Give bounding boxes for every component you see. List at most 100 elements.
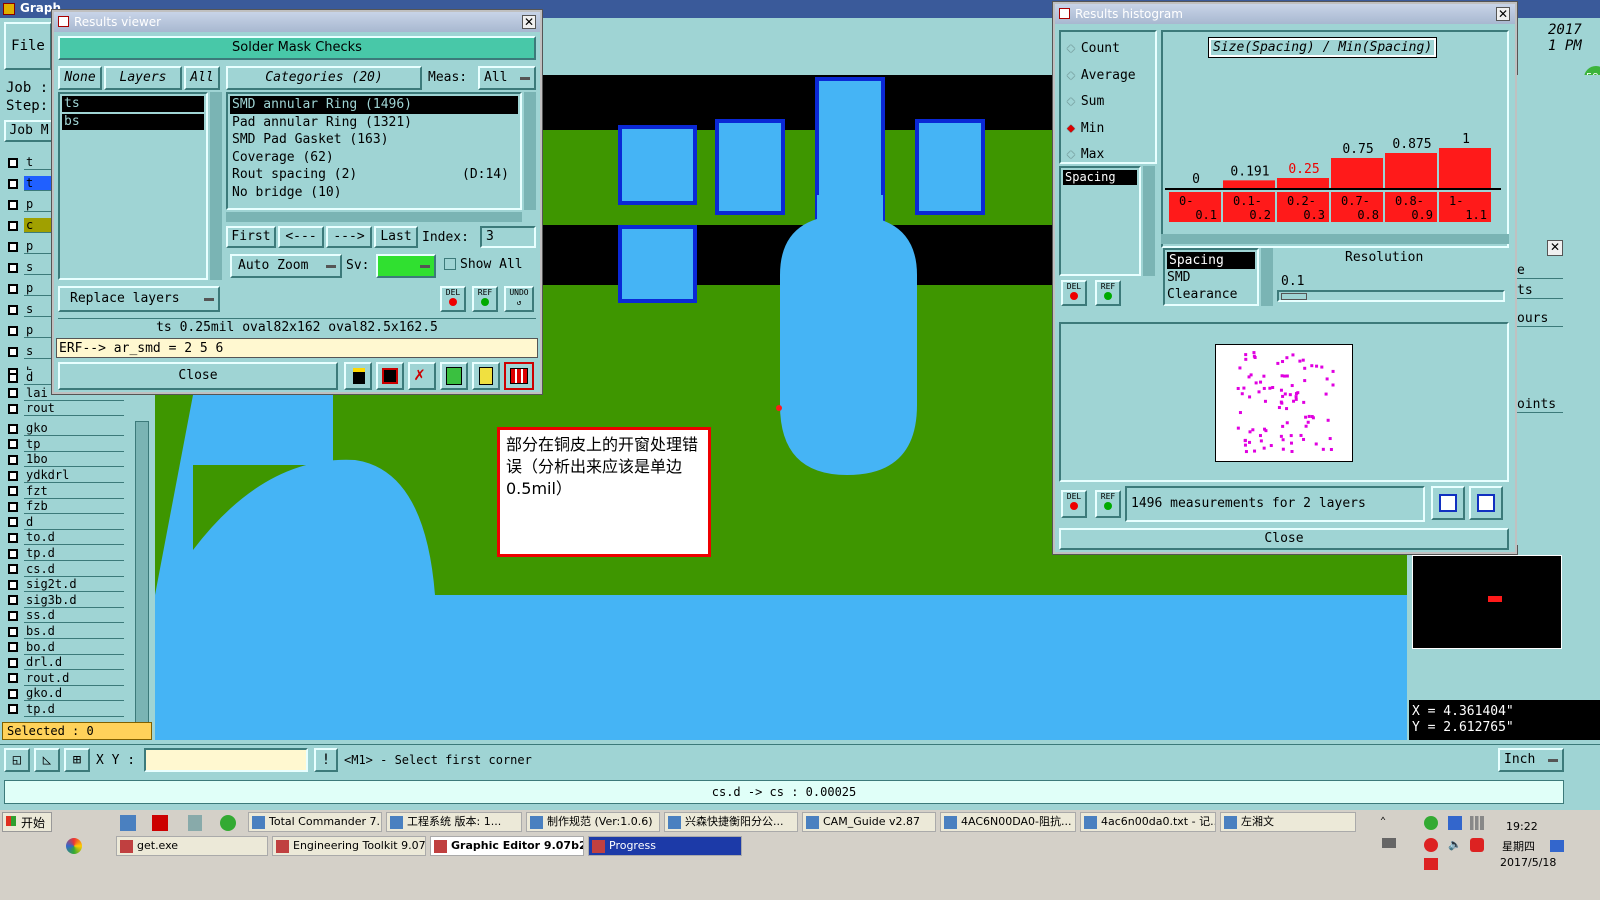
right-item-4[interactable]: oints <box>1517 397 1563 413</box>
layer-row[interactable]: p <box>4 278 54 299</box>
tray-refresh-icon[interactable] <box>1424 816 1438 830</box>
layer-checkbox[interactable] <box>8 501 18 512</box>
taskbar-item[interactable]: Graphic Editor 9.07b2 ... <box>430 836 584 856</box>
category-item[interactable]: Pad annular Ring (1321) <box>230 114 518 132</box>
hist-del-button-2[interactable]: DEL <box>1061 490 1087 518</box>
layer-checkbox[interactable] <box>8 673 18 684</box>
layer-row[interactable]: fzb <box>4 499 124 515</box>
layer-row[interactable]: tp.d <box>4 701 124 718</box>
layer-checkbox[interactable] <box>8 325 18 336</box>
step-button[interactable] <box>440 362 468 390</box>
distribution-map[interactable] <box>1215 344 1353 462</box>
layer-checkbox[interactable] <box>8 388 18 399</box>
app-launch-icon[interactable] <box>120 815 136 831</box>
slider-thumb[interactable] <box>1281 293 1307 300</box>
show-all-checkbox[interactable] <box>444 258 456 270</box>
measure-tool-button[interactable]: ◺ <box>34 748 60 772</box>
layer-checkbox[interactable] <box>8 157 18 168</box>
highlight-tool-button[interactable] <box>344 362 372 390</box>
categories-listbox[interactable]: SMD annular Ring (1496) Pad annular Ring … <box>226 92 522 210</box>
info-button[interactable]: ! <box>314 748 338 772</box>
taskbar-item[interactable]: 制作规范 (Ver:1.0.6) <box>526 812 660 832</box>
layer-checkbox[interactable] <box>8 517 18 528</box>
layer-row[interactable]: cs.d <box>4 561 124 577</box>
layer-listbox[interactable]: ts bs <box>58 92 208 280</box>
histogram-close-button[interactable]: Close <box>1059 528 1509 550</box>
clear-button[interactable]: ✗ <box>408 362 436 390</box>
browser-icon[interactable] <box>220 815 236 831</box>
layer-checkbox[interactable] <box>8 610 18 621</box>
measure-item[interactable]: SMD <box>1165 269 1257 286</box>
layer-checkbox[interactable] <box>8 346 18 357</box>
zoom-in-map-button[interactable] <box>1431 486 1465 520</box>
layers-button[interactable]: Layers <box>104 66 182 90</box>
right-item-3[interactable]: ours <box>1517 311 1563 327</box>
category-item[interactable]: SMD annular Ring (1496) <box>230 96 518 114</box>
pdf-icon[interactable] <box>152 815 168 831</box>
layer-checkbox[interactable] <box>8 579 18 590</box>
layer-row[interactable]: c <box>4 215 54 236</box>
categories-hscroll[interactable] <box>226 212 522 222</box>
tray-ime-icon[interactable] <box>1470 838 1484 852</box>
del-button[interactable]: DEL <box>440 286 466 312</box>
layer-checkbox[interactable] <box>8 486 18 497</box>
layer-row[interactable]: s <box>4 257 54 278</box>
layer-row[interactable]: bo.d <box>4 639 124 655</box>
layer-item-bs[interactable]: bs <box>62 114 204 130</box>
layer-item-ts[interactable]: ts <box>62 96 204 112</box>
tray-flag-icon[interactable] <box>1424 858 1438 870</box>
taskbar-item[interactable]: 左湘文 <box>1220 812 1356 832</box>
units-select[interactable]: Inch <box>1498 748 1564 772</box>
layer-row[interactable]: drl.d <box>4 655 124 671</box>
layer-checkbox[interactable] <box>8 657 18 668</box>
layer-row[interactable]: gko <box>4 421 124 437</box>
meas-select[interactable]: All <box>478 66 536 90</box>
right-item-2[interactable]: ts <box>1517 283 1563 299</box>
layer-row[interactable]: t <box>4 152 54 173</box>
layer-row[interactable]: bs.d <box>4 624 124 640</box>
layer-checkbox[interactable] <box>8 199 18 210</box>
categories-scrollbar[interactable] <box>524 92 536 210</box>
category-item[interactable]: Rout spacing (2) (D:14) <box>230 166 518 184</box>
first-button[interactable]: First <box>226 226 276 248</box>
layer-checkbox[interactable] <box>8 595 18 606</box>
last-button[interactable]: Last <box>374 226 418 248</box>
tray-time[interactable]: 19:22 <box>1506 820 1538 833</box>
layer-checkbox[interactable] <box>8 439 18 450</box>
layer-checkbox[interactable] <box>8 304 18 315</box>
chart-hscroll[interactable] <box>1161 234 1509 244</box>
taskbar-item[interactable]: Engineering Toolkit 9.07... <box>272 836 426 856</box>
measure-listbox[interactable]: Spacing SMD Clearance <box>1163 248 1259 306</box>
histogram-button[interactable] <box>504 362 534 390</box>
layer-row[interactable]: sig2t.d <box>4 577 124 593</box>
hist-del-button[interactable]: DEL <box>1061 280 1087 306</box>
stat-option[interactable]: ◆ Count <box>1061 36 1155 63</box>
job-button[interactable]: Job M <box>4 120 54 142</box>
layer-row[interactable]: rout <box>4 401 124 417</box>
zoom-out-map-button[interactable] <box>1469 486 1503 520</box>
close-button[interactable]: Close <box>58 362 338 390</box>
tray-network-icon[interactable] <box>1448 816 1462 830</box>
layer-checkbox[interactable] <box>8 283 18 294</box>
layer-checkbox[interactable] <box>8 454 18 465</box>
ref-button[interactable]: REF <box>472 286 498 312</box>
close-icon[interactable]: ✕ <box>1547 240 1563 256</box>
histogram-titlebar[interactable]: Results histogram ✕ <box>1055 4 1515 24</box>
stat-option[interactable]: ◆ Min <box>1061 116 1155 143</box>
categories-button[interactable]: Categories (20) <box>226 66 422 90</box>
measure-item[interactable]: Spacing <box>1167 252 1255 269</box>
layer-scrollbar[interactable] <box>135 421 149 731</box>
hist-ref-button-2[interactable]: REF <box>1095 490 1121 518</box>
hist-ref-button[interactable]: REF <box>1095 280 1121 306</box>
layer-list[interactable]: gko tp 1bo ydkdrl fzt fzb d to.d tp.d cs.d sig2t.d… <box>4 421 124 731</box>
category-item[interactable]: SMD Pad Gasket (163) <box>230 131 518 149</box>
layer-row[interactable]: d <box>4 514 124 531</box>
layer-checkbox[interactable] <box>8 423 18 434</box>
stat-option[interactable]: ◆ Max <box>1061 142 1155 169</box>
layer-row[interactable]: 1bo <box>4 452 124 468</box>
results-viewer-titlebar[interactable]: Results viewer ✕ <box>54 12 540 32</box>
replace-layers-select[interactable]: Replace layers <box>58 286 220 312</box>
taskbar-item[interactable]: CAM_Guide v2.87 <box>802 812 936 832</box>
sv-color-select[interactable] <box>376 254 436 278</box>
next-button[interactable]: ---> <box>326 226 372 248</box>
